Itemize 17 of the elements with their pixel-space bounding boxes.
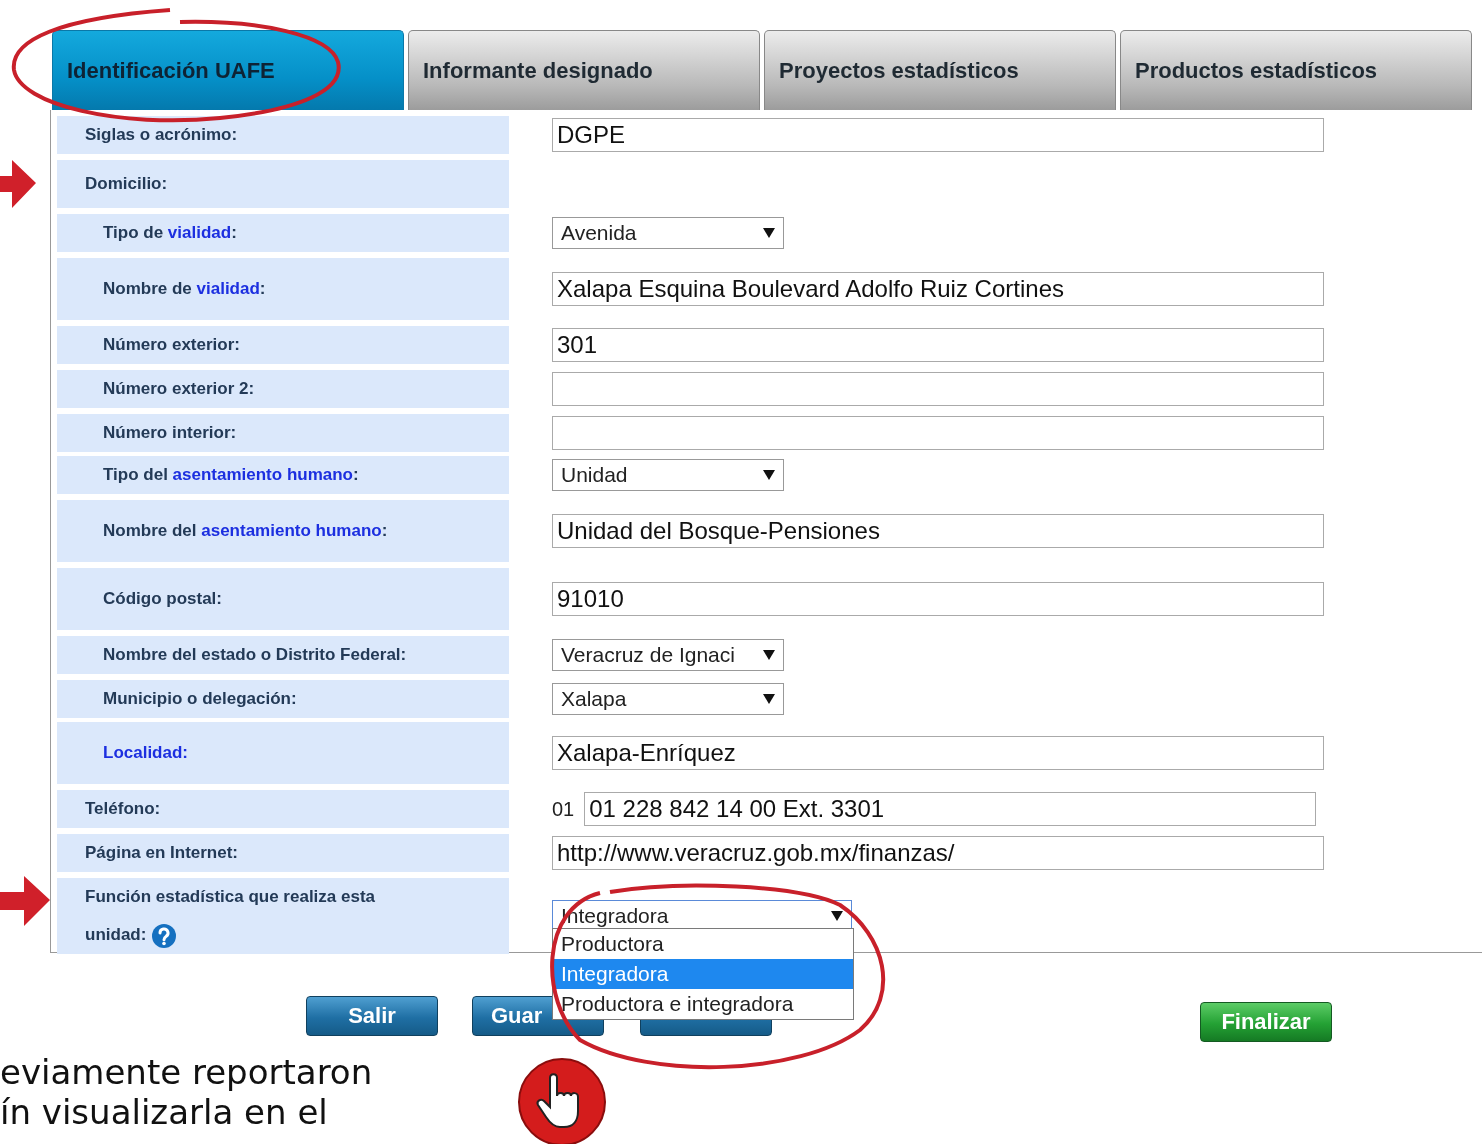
field-label: Tipo de vialidad: (103, 222, 237, 244)
field-label: Tipo del asentamiento humano: (103, 464, 359, 486)
field-label: Siglas o acrónimo: (85, 124, 238, 146)
field-label: Función estadística que realiza esta unidad: (85, 878, 435, 954)
field-label: Nombre del asentamiento humano: (103, 520, 388, 542)
field-label: Página en Internet: (85, 842, 239, 864)
background-text: eviamente reportaron ín visualizarla en el (0, 1052, 373, 1132)
field-label: Domicilio: (85, 173, 168, 195)
field-label: Nombre del estado o Distrito Federal: (103, 644, 407, 666)
field-label: Código postal: (103, 588, 222, 610)
field-label: Número exterior 2: (103, 378, 255, 400)
field-label: Teléfono: (85, 798, 161, 820)
field-label: Número interior: (103, 422, 237, 444)
field-label: Nombre de vialidad: (103, 278, 266, 300)
field-label: Número exterior: (103, 334, 240, 356)
phone-prefix: 01 (552, 797, 575, 821)
field-label: Municipio o delegación: (103, 688, 297, 710)
